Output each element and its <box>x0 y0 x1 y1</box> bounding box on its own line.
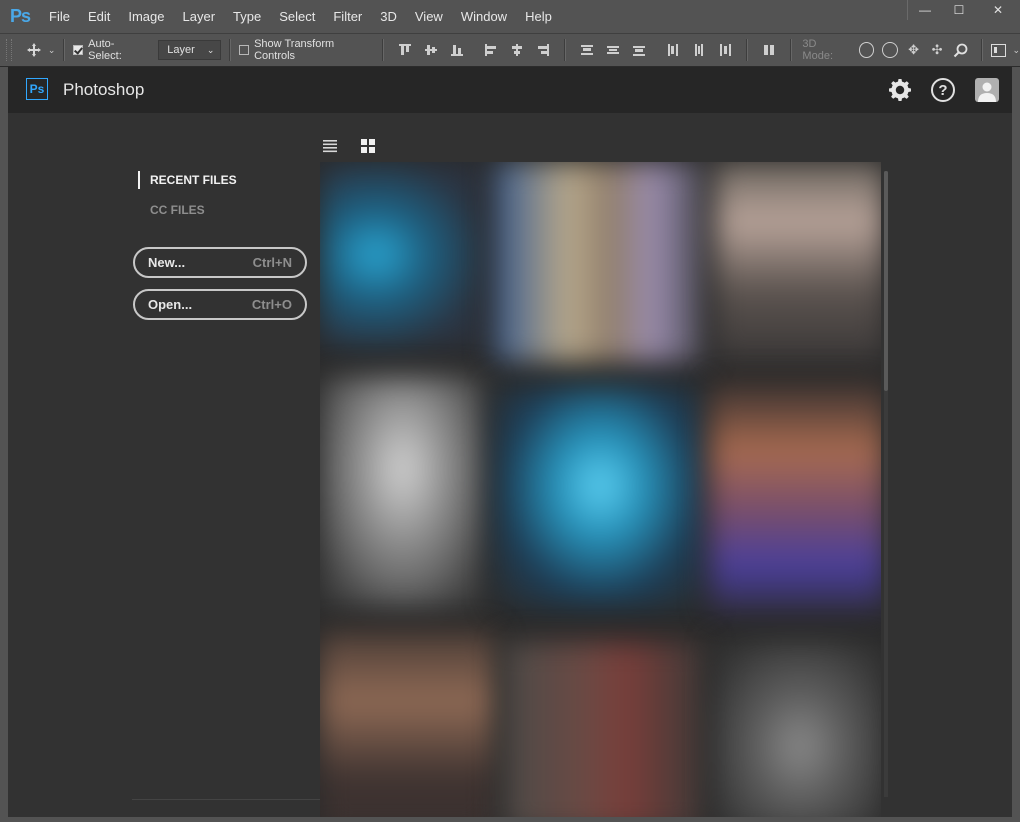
align-vertical-centers-icon[interactable] <box>424 43 438 57</box>
distribute-vertical-centers-icon[interactable] <box>606 43 620 57</box>
close-button[interactable]: ✕ <box>976 0 1020 20</box>
orbit-3d-icon[interactable] <box>858 42 875 58</box>
recent-file-thumbnail[interactable] <box>710 382 881 612</box>
align-tools <box>392 39 782 61</box>
minimize-button[interactable]: — <box>908 0 942 20</box>
start-workspace: Ps Photoshop ? RECENT FILES CC FILES New… <box>8 67 1012 817</box>
menu-type[interactable]: Type <box>224 9 270 24</box>
workspace-header: Ps Photoshop ? <box>8 67 1012 113</box>
divider <box>790 39 793 61</box>
divider <box>132 799 320 800</box>
open-button[interactable]: Open... Ctrl+O <box>133 289 307 320</box>
left-nav: RECENT FILES CC FILES <box>138 171 237 231</box>
chevron-down-icon: ⌄ <box>206 44 215 55</box>
gear-icon[interactable] <box>888 78 912 102</box>
list-view-icon[interactable] <box>323 139 337 153</box>
menu-window[interactable]: Window <box>452 9 516 24</box>
distribute-horizontal-centers-icon[interactable] <box>692 43 706 57</box>
auto-align-layers-icon[interactable] <box>762 43 776 57</box>
help-icon[interactable]: ? <box>931 78 955 102</box>
move-tool-icon[interactable] <box>26 42 42 58</box>
workspace-switcher-icon[interactable] <box>990 43 1007 57</box>
menu-help[interactable]: Help <box>516 9 561 24</box>
divider <box>63 39 66 61</box>
new-button-label: New... <box>148 255 186 270</box>
options-bar: ⌄ Auto-Select: Layer ⌄ Show Transform Co… <box>0 33 1020 67</box>
distribute-right-edges-icon[interactable] <box>718 43 732 57</box>
menu-bar: Ps File Edit Image Layer Type Select Fil… <box>0 0 1020 33</box>
open-button-label: Open... <box>148 297 193 312</box>
divider <box>382 39 385 61</box>
recent-file-thumbnail[interactable] <box>320 162 480 347</box>
options-bar-grip[interactable] <box>6 39 12 61</box>
slide-3d-icon[interactable]: ✣ <box>929 42 945 58</box>
new-button-shortcut: Ctrl+N <box>252 255 292 270</box>
auto-select-dropdown[interactable]: Layer ⌄ <box>158 40 222 60</box>
menu-layer[interactable]: Layer <box>174 9 225 24</box>
divider <box>564 39 567 61</box>
photoshop-badge-icon: Ps <box>26 78 48 100</box>
open-button-shortcut: Ctrl+O <box>251 297 292 312</box>
menu-file[interactable]: File <box>40 9 79 24</box>
menu-select[interactable]: Select <box>270 9 324 24</box>
recent-files-grid <box>320 162 881 817</box>
new-button[interactable]: New... Ctrl+N <box>133 247 307 278</box>
menu-view[interactable]: View <box>406 9 452 24</box>
menu-edit[interactable]: Edit <box>79 9 119 24</box>
menu-filter[interactable]: Filter <box>324 9 371 24</box>
recent-file-thumbnail[interactable] <box>505 642 705 817</box>
recent-file-thumbnail[interactable] <box>320 377 485 607</box>
nav-cc-files[interactable]: CC FILES <box>138 201 237 219</box>
tool-preset-chevron-icon[interactable]: ⌄ <box>48 45 56 56</box>
divider <box>980 39 983 61</box>
scale-3d-icon[interactable] <box>953 42 969 58</box>
auto-select-checkbox[interactable] <box>73 45 84 55</box>
recent-file-thumbnail[interactable] <box>495 387 705 607</box>
align-top-edges-icon[interactable] <box>398 43 412 57</box>
divider <box>746 39 749 61</box>
recent-file-thumbnail[interactable] <box>715 162 881 362</box>
window-controls: — ☐ ✕ <box>907 0 1020 20</box>
nav-recent-files[interactable]: RECENT FILES <box>138 171 237 189</box>
menu-image[interactable]: Image <box>119 9 173 24</box>
show-transform-label: Show Transform Controls <box>254 38 335 62</box>
recent-file-thumbnail[interactable] <box>715 642 881 817</box>
chevron-down-icon[interactable]: ⌄ <box>1012 45 1020 56</box>
recent-file-thumbnail[interactable] <box>320 632 495 817</box>
auto-select-value: Layer <box>167 44 195 56</box>
recent-file-thumbnail[interactable] <box>495 162 705 362</box>
align-bottom-edges-icon[interactable] <box>450 43 464 57</box>
distribute-left-edges-icon[interactable] <box>666 43 680 57</box>
align-horizontal-centers-icon[interactable] <box>510 43 524 57</box>
divider <box>229 39 232 61</box>
grid-view-icon[interactable] <box>361 139 375 153</box>
show-transform-checkbox[interactable] <box>239 45 250 55</box>
distribute-top-edges-icon[interactable] <box>580 43 594 57</box>
menu-3d[interactable]: 3D <box>371 9 406 24</box>
app-title: Photoshop <box>63 80 145 99</box>
distribute-bottom-edges-icon[interactable] <box>632 43 646 57</box>
avatar[interactable] <box>975 78 999 102</box>
align-right-edges-icon[interactable] <box>536 43 550 57</box>
pan-3d-icon[interactable]: ✥ <box>906 42 922 58</box>
maximize-button[interactable]: ☐ <box>942 0 976 20</box>
roll-3d-icon[interactable] <box>882 42 898 58</box>
grid-scrollbar-thumb[interactable] <box>884 171 888 391</box>
align-left-edges-icon[interactable] <box>484 43 498 57</box>
photoshop-logo: Ps <box>10 6 31 26</box>
auto-select-label: Auto-Select: <box>88 38 122 62</box>
3d-mode-label: 3D Mode: <box>802 38 833 62</box>
